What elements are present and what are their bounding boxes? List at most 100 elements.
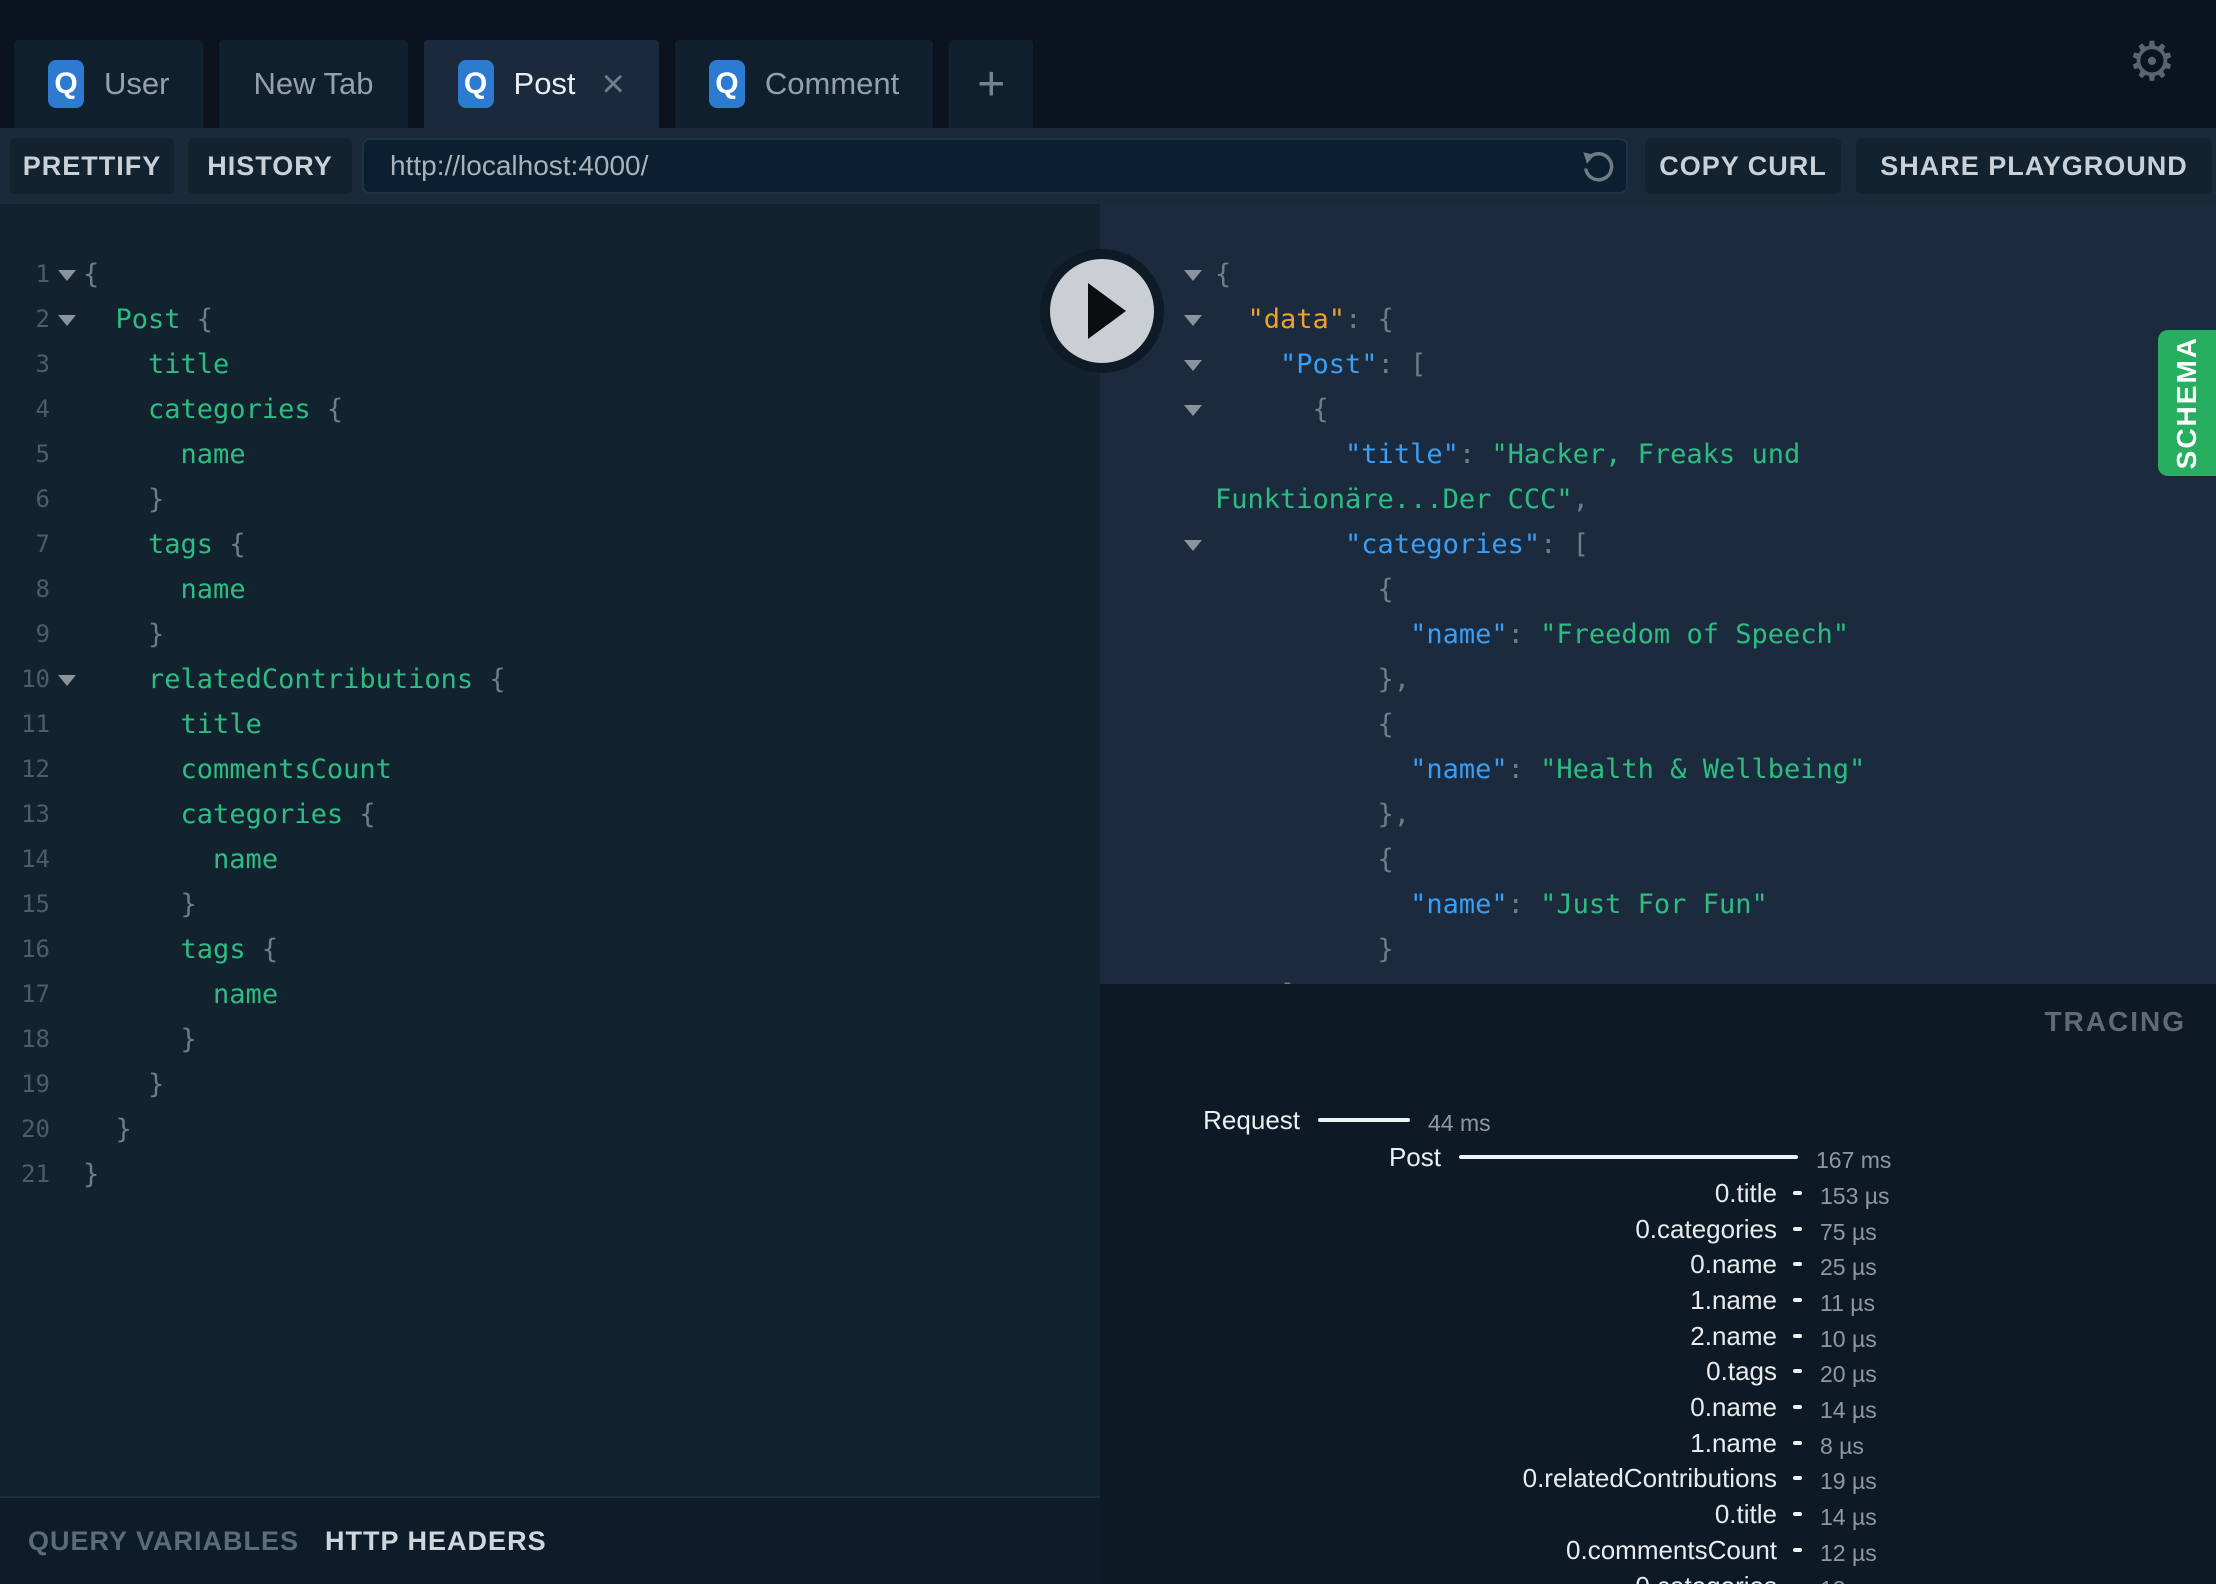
- history-button[interactable]: HISTORY: [188, 138, 352, 194]
- line-number: 3: [35, 350, 50, 378]
- fold-arrow-icon[interactable]: [58, 270, 76, 281]
- query-editor[interactable]: 1{2 Post {3 title 4 categories {5 name 6 }…: [0, 204, 1100, 1496]
- tracing-row: 1.name 8 µs: [1100, 1426, 2216, 1460]
- tracing-span-label: 0.title: [1714, 1178, 1777, 1208]
- tracing-duration-value: 8 µs: [1820, 1433, 1864, 1459]
- editor-code-text: tags {: [180, 934, 279, 965]
- tracing-row: 0.title 153 µs: [1100, 1176, 2216, 1210]
- editor-line: 11 title: [0, 702, 1100, 747]
- line-number: 5: [35, 440, 50, 468]
- editor-line: 4 categories {: [0, 387, 1100, 432]
- new-tab-button[interactable]: +: [949, 40, 1034, 128]
- editor-code-text: }: [83, 889, 197, 920]
- line-number: 4: [35, 395, 50, 423]
- tracing-span-label: 0.relatedContributions: [1522, 1463, 1777, 1493]
- response-line: {: [1100, 702, 2216, 747]
- tracing-span-label: 0.title: [1714, 1499, 1777, 1529]
- line-number: 15: [21, 890, 50, 918]
- share-playground-button[interactable]: SHARE PLAYGROUND: [1856, 138, 2212, 194]
- prettify-button[interactable]: PRETTIFY: [10, 138, 174, 194]
- response-line: "name": "Health & Wellbeing": [1100, 747, 2216, 792]
- tracing-row: 0.tags 20 µs: [1100, 1354, 2216, 1388]
- line-number: 8: [35, 575, 50, 603]
- editor-code-text: relatedContributions {: [148, 664, 506, 695]
- editor-code-text: Post {: [115, 304, 214, 335]
- close-tab-icon[interactable]: ×: [602, 64, 625, 104]
- editor-line: 10 relatedContributions {: [0, 657, 1100, 702]
- line-number: 9: [35, 620, 50, 648]
- tracing-duration-value: 11 µs: [1820, 1290, 1876, 1316]
- line-number: 13: [21, 800, 50, 828]
- tracing-span-label: 1.name: [1690, 1428, 1777, 1458]
- tracing-row: Post 167 ms: [1100, 1140, 2216, 1174]
- response-line: },: [1100, 657, 2216, 702]
- response-line: "name": "Just For Fun": [1100, 882, 2216, 927]
- editor-line: 20 }: [0, 1107, 1100, 1152]
- tracing-row: 0.name 25 µs: [1100, 1247, 2216, 1281]
- line-number: 1: [35, 260, 50, 288]
- tracing-duration-value: 12 µs: [1820, 1540, 1877, 1566]
- fold-arrow-icon[interactable]: [58, 315, 76, 326]
- tracing-duration-value: 153 µs: [1820, 1183, 1890, 1209]
- line-number: 20: [21, 1115, 50, 1143]
- tab-new-tab[interactable]: New Tab: [219, 40, 408, 128]
- settings-gear-icon[interactable]: ⚙: [2124, 34, 2180, 90]
- response-line: "categories": [: [1100, 522, 2216, 567]
- tracing-header[interactable]: TRACING: [2044, 1006, 2186, 1038]
- tracing-row: 0.title 14 µs: [1100, 1497, 2216, 1531]
- editor-line: 5 name: [0, 432, 1100, 477]
- response-code-text: "Post": [: [1280, 349, 1427, 380]
- tracing-row: 2.name 10 µs: [1100, 1319, 2216, 1353]
- editor-code-text: }: [83, 1069, 165, 1100]
- tracing-duration-bar: [1793, 1441, 1802, 1445]
- collapse-arrow-icon[interactable]: [1184, 360, 1202, 371]
- response-line: "name": "Freedom of Speech": [1100, 612, 2216, 657]
- line-number: 11: [21, 710, 50, 738]
- tab-label: Comment: [764, 66, 900, 101]
- tab-post[interactable]: Q Post ×: [423, 40, 659, 128]
- editor-code-text: categories {: [148, 394, 344, 425]
- editor-code-text: }: [83, 1024, 197, 1055]
- bottom-panel-bar: QUERY VARIABLES HTTP HEADERS: [0, 1496, 1100, 1584]
- editor-line: 2 Post {: [0, 297, 1100, 342]
- response-code-text: {: [1215, 574, 1394, 605]
- tab-user[interactable]: Q User: [14, 40, 204, 128]
- collapse-arrow-icon[interactable]: [1184, 315, 1202, 326]
- endpoint-url-input[interactable]: [390, 140, 1530, 192]
- editor-line: 3 title: [0, 342, 1100, 387]
- line-number: 21: [21, 1160, 50, 1188]
- tracing-duration-bar: [1793, 1334, 1802, 1338]
- editor-code-text: name: [213, 844, 279, 875]
- schema-tab[interactable]: SCHEMA: [2158, 330, 2216, 476]
- response-code-text: "name": "Health & Wellbeing": [1410, 754, 1866, 785]
- fold-arrow-icon[interactable]: [58, 675, 76, 686]
- editor-code-text: }: [83, 619, 165, 650]
- play-icon: [1088, 283, 1126, 339]
- tracing-span-label: 0.name: [1690, 1392, 1777, 1422]
- tracing-span-label: 2.name: [1690, 1321, 1777, 1351]
- tab-label: Post: [513, 66, 576, 101]
- collapse-arrow-icon[interactable]: [1184, 540, 1202, 551]
- collapse-arrow-icon[interactable]: [1184, 270, 1202, 281]
- collapse-arrow-icon[interactable]: [1184, 405, 1202, 416]
- response-code-text: "title": "Hacker, Freaks und: [1345, 439, 1801, 470]
- tab-comment[interactable]: Q Comment: [674, 40, 934, 128]
- tracing-span-label: 1.name: [1690, 1285, 1777, 1315]
- tracing-duration-value: 14 µs: [1820, 1397, 1877, 1423]
- copy-curl-button[interactable]: COPY CURL: [1645, 138, 1841, 194]
- tracing-duration-value: 20 µs: [1820, 1361, 1877, 1387]
- tracing-row: 0.categories 13 µs: [1100, 1569, 2216, 1584]
- execute-query-button[interactable]: [1040, 249, 1164, 373]
- query-variables-tab[interactable]: QUERY VARIABLES: [28, 1526, 299, 1557]
- response-code-text: {: [1215, 259, 1232, 290]
- http-headers-tab[interactable]: HTTP HEADERS: [325, 1526, 547, 1557]
- tracing-row: 0.relatedContributions 19 µs: [1100, 1461, 2216, 1495]
- editor-line: 21}: [0, 1152, 1100, 1197]
- editor-code-text: categories {: [180, 799, 376, 830]
- tracing-span-label: 0.commentsCount: [1566, 1535, 1777, 1565]
- line-number: 12: [21, 755, 50, 783]
- line-number: 19: [21, 1070, 50, 1098]
- reload-schema-icon[interactable]: [1576, 148, 1616, 188]
- response-code-text: "name": "Freedom of Speech": [1410, 619, 1849, 650]
- tracing-duration-value: 25 µs: [1820, 1254, 1877, 1280]
